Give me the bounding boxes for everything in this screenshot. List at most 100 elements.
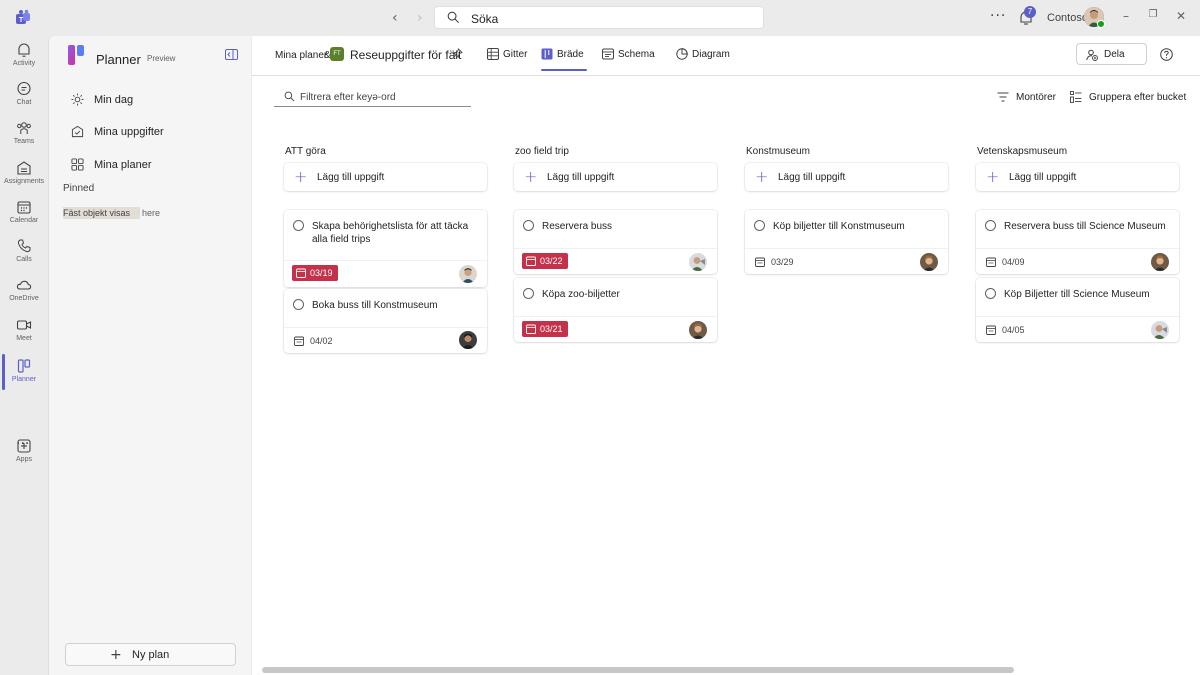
group-by-bucket-button[interactable]: Gruppera efter bucket <box>1070 90 1186 106</box>
chart-icon <box>676 48 688 60</box>
rail-planner[interactable]: Planner <box>0 354 48 394</box>
scrollbar-thumb[interactable] <box>262 667 1014 673</box>
plus-icon: + <box>524 167 538 186</box>
global-search-input[interactable]: Söka <box>434 6 764 29</box>
assignee-avatar[interactable] <box>459 331 477 349</box>
grid-icon <box>71 158 84 171</box>
filters-button[interactable]: Montörer <box>997 90 1059 106</box>
card-divider <box>514 316 717 317</box>
complete-task-checkbox[interactable] <box>293 220 304 231</box>
tab-board[interactable]: Bräde <box>541 36 587 76</box>
bucket-title[interactable]: ATT göra <box>285 146 326 157</box>
pinned-empty-note: Fäst objekt visas here <box>63 207 160 219</box>
tab-label: Diagram <box>692 49 730 60</box>
bucket-title[interactable]: Konstmuseum <box>746 146 810 157</box>
rail-assignments[interactable]: Assignments <box>0 156 48 196</box>
nav-label: Min dag <box>94 94 134 106</box>
breadcrumb-my-plans[interactable]: Mina planer <box>275 50 327 61</box>
restore-icon[interactable]: ❐ <box>1146 9 1160 23</box>
more-options-icon[interactable]: ··· <box>990 8 1006 24</box>
add-task-button[interactable]: + Lägg till uppgift <box>976 163 1179 191</box>
task-title: Reservera buss <box>542 221 613 232</box>
tab-grid[interactable]: Gitter <box>487 36 533 76</box>
active-tab-indicator <box>541 69 587 71</box>
rail-label: Activity <box>12 60 36 67</box>
pinned-note-text: Fäst objekt visas <box>63 207 141 219</box>
task-title: Skapa behörighetslista för att täcka all… <box>312 221 469 245</box>
tab-charts[interactable]: Diagram <box>676 36 732 76</box>
task-card[interactable]: Köp biljetter till Konstmuseum 03/29 <box>745 210 948 274</box>
grid-view-icon <box>487 48 499 60</box>
rail-onedrive[interactable]: OneDrive <box>0 273 48 313</box>
assignments-icon <box>17 161 31 175</box>
task-card[interactable]: Boka buss till Konstmuseum 04/02 <box>284 289 487 353</box>
org-name[interactable]: Contoso <box>1047 12 1088 24</box>
tab-label: Gitter <box>503 49 528 60</box>
task-card[interactable]: Köp Biljetter till Science Museum 04/05 <box>976 278 1179 342</box>
notification-badge: 7 <box>1024 6 1036 18</box>
bucket-title[interactable]: zoo field trip <box>515 146 569 157</box>
app-rail: Activity Chat Teams Assignments Calendar… <box>0 36 48 675</box>
calendar-icon <box>526 256 536 266</box>
title-bar: T ‹ › Söka ··· 7 Contoso – ❐ ✕ <box>0 0 1200 36</box>
due-date: 04/02 <box>310 336 333 346</box>
plan-avatar: FT <box>330 47 344 61</box>
add-person-icon <box>1086 49 1098 61</box>
new-plan-button[interactable]: + Ny plan <box>65 643 236 666</box>
due-date-late-badge: 03/22 <box>522 253 568 269</box>
close-icon[interactable]: ✕ <box>1174 9 1188 23</box>
task-card[interactable]: Reservera buss till Science Museum 04/09 <box>976 210 1179 274</box>
calendar-icon <box>296 268 306 278</box>
calendar-icon <box>755 257 765 267</box>
collapse-sidebar-icon[interactable] <box>225 49 238 60</box>
complete-task-checkbox[interactable] <box>985 288 996 299</box>
rail-chat[interactable]: Chat <box>0 77 48 117</box>
card-divider <box>514 248 717 249</box>
rail-apps[interactable]: Apps <box>0 434 48 474</box>
assignee-avatar[interactable] <box>1151 321 1169 339</box>
complete-task-checkbox[interactable] <box>754 220 765 231</box>
plan-title[interactable]: Reseuppgifter för fält <box>350 48 461 62</box>
due-date-late-badge: 03/21 <box>522 321 568 337</box>
minimize-icon[interactable]: – <box>1119 9 1133 23</box>
rail-calendar[interactable]: Calendar <box>0 195 48 235</box>
help-icon[interactable] <box>1160 48 1173 61</box>
nav-my-plans[interactable]: Mina planer <box>69 155 239 177</box>
assignee-avatar[interactable] <box>459 265 477 283</box>
horizontal-scrollbar[interactable] <box>262 667 1192 673</box>
rail-calls[interactable]: Calls <box>0 234 48 274</box>
task-card[interactable]: Reservera buss 03/22 <box>514 210 717 274</box>
rail-activity[interactable]: Activity <box>0 38 48 78</box>
rail-label: Assignments <box>3 178 45 185</box>
add-task-button[interactable]: + Lägg till uppgift <box>745 163 948 191</box>
rail-meet[interactable]: Meet <box>0 313 48 353</box>
add-task-button[interactable]: + Lägg till uppgift <box>284 163 487 191</box>
assignee-avatar[interactable] <box>1151 253 1169 271</box>
bucket-title[interactable]: Vetenskapsmuseum <box>977 146 1067 157</box>
add-task-button[interactable]: + Lägg till uppgift <box>514 163 717 191</box>
board-icon <box>541 48 553 60</box>
assignee-avatar[interactable] <box>689 253 707 271</box>
calendar-icon <box>986 257 996 267</box>
planner-app-name: Planner <box>96 52 141 67</box>
forward-arrow-icon[interactable]: › <box>417 10 423 26</box>
assignee-avatar[interactable] <box>689 321 707 339</box>
rail-label: Planner <box>11 376 37 383</box>
task-card[interactable]: Skapa behörighetslista för att täcka all… <box>284 210 487 287</box>
complete-task-checkbox[interactable] <box>523 288 534 299</box>
complete-task-checkbox[interactable] <box>293 299 304 310</box>
nav-my-day[interactable]: Min dag <box>69 90 239 112</box>
due-date: 04/09 <box>1002 257 1025 267</box>
complete-task-checkbox[interactable] <box>985 220 996 231</box>
pin-icon[interactable] <box>452 48 463 59</box>
rail-teams[interactable]: Teams <box>0 116 48 156</box>
complete-task-checkbox[interactable] <box>523 220 534 231</box>
assignee-avatar[interactable] <box>920 253 938 271</box>
back-arrow-icon[interactable]: ‹ <box>392 10 398 26</box>
task-title: Köp biljetter till Konstmuseum <box>773 221 905 232</box>
share-button[interactable]: Dela <box>1076 43 1147 65</box>
tab-schedule[interactable]: Schema <box>602 36 655 76</box>
task-card[interactable]: Köpa zoo-biljetter 03/21 <box>514 278 717 342</box>
nav-my-tasks[interactable]: Mina uppgifter <box>69 122 239 144</box>
filter-keyword-input[interactable]: Filtrera efter keyə-ord <box>274 87 471 107</box>
